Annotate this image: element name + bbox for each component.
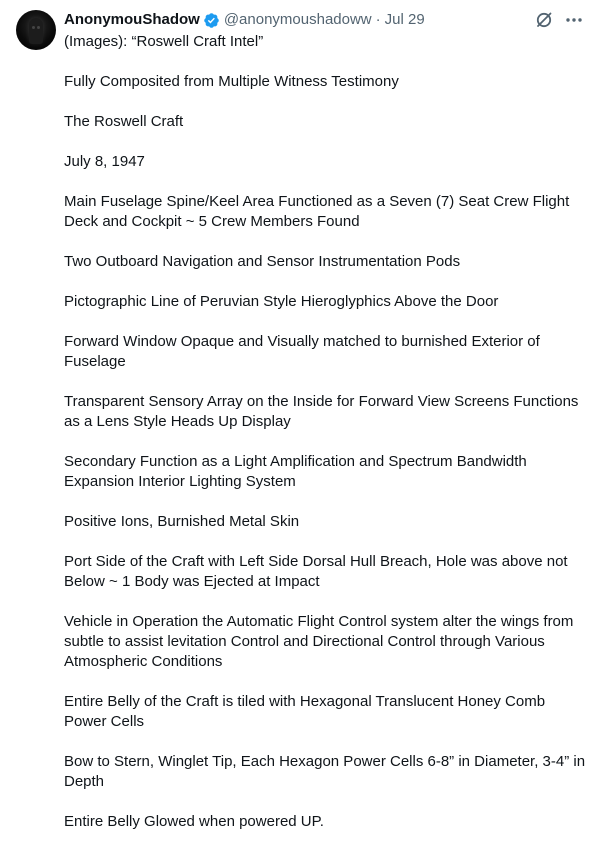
tweet-body: (Images): “Roswell Craft Intel” Fully Com… <box>64 32 586 852</box>
tweet-paragraph: Bow to Stern, Winglet Tip, Each Hexagon … <box>64 753 586 790</box>
avatar-eye-right <box>37 26 40 29</box>
tweet-paragraph: Entire Belly of the Craft is tiled with … <box>64 693 546 730</box>
avatar-figure <box>29 18 43 44</box>
avatar[interactable] <box>16 10 56 50</box>
verified-badge-icon[interactable] <box>203 12 220 29</box>
grok-icon[interactable] <box>534 10 554 30</box>
tweet-paragraph: Vehicle in Operation the Automatic Fligh… <box>64 613 574 670</box>
tweet-paragraph: Forward Window Opaque and Visually match… <box>64 333 540 370</box>
tweet-paragraph: July 8, 1947 <box>64 153 145 170</box>
tweet-paragraph: Main Fuselage Spine/Keel Area Functioned… <box>64 193 570 230</box>
tweet-paragraph: Port Side of the Craft with Left Side Do… <box>64 553 568 590</box>
header-separator: · <box>375 11 381 28</box>
tweet-date[interactable]: Jul 29 <box>385 10 425 30</box>
tweet-paragraph: Entire Belly Glowed when powered UP. <box>64 813 324 830</box>
avatar-eye-left <box>32 26 35 29</box>
tweet: AnonymouShadow @anonymoushadoww · Jul 29… <box>0 0 602 851</box>
tweet-paragraph: The Roswell Craft <box>64 113 184 130</box>
tweet-paragraph: Secondary Function as a Light Amplificat… <box>64 453 527 490</box>
tweet-paragraph: Positive Ions, Burnished Metal Skin <box>64 513 300 530</box>
tweet-actions <box>524 10 584 30</box>
author-display-name[interactable]: AnonymouShadow <box>64 10 200 30</box>
author-handle[interactable]: @anonymoushadoww <box>224 10 372 30</box>
tweet-paragraph: Two Outboard Navigation and Sensor Instr… <box>64 253 461 270</box>
tweet-paragraph: Transparent Sensory Array on the Inside … <box>64 393 579 430</box>
more-options-icon[interactable] <box>564 10 584 30</box>
tweet-paragraph: Fully Composited from Multiple Witness T… <box>64 73 399 90</box>
tweet-paragraph: Pictographic Line of Peruvian Style Hier… <box>64 293 499 310</box>
tweet-header: AnonymouShadow @anonymoushadoww · Jul 29 <box>64 10 425 30</box>
tweet-paragraph: (Images): “Roswell Craft Intel” <box>64 33 264 50</box>
